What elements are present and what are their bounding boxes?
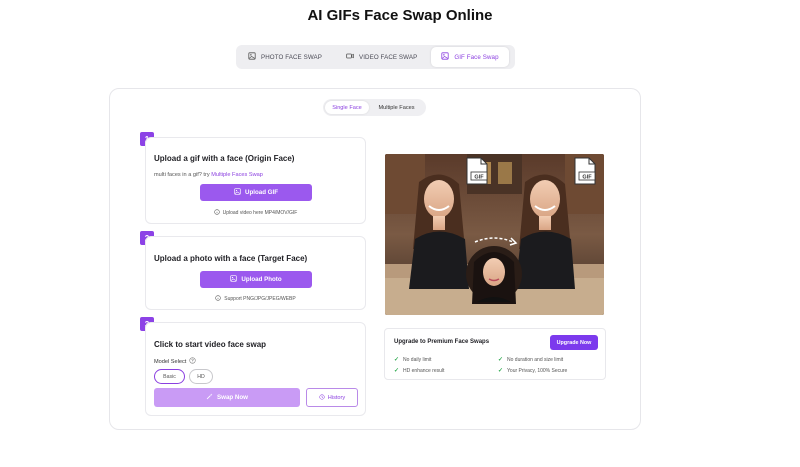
tab-video-face-swap[interactable]: VIDEO FACE SWAP	[336, 47, 427, 67]
feature-item: ✓ No daily limit	[394, 356, 432, 364]
step-card-upload-photo: Upload a photo with a face (Target Face)…	[145, 236, 366, 310]
step-title: Upload a photo with a face (Target Face)	[154, 254, 308, 263]
button-label: Upload GIF	[245, 189, 278, 196]
gif-badge-left: GIF	[474, 175, 484, 181]
upload-photo-button[interactable]: Upload Photo	[200, 271, 312, 288]
button-label: Upload Photo	[241, 276, 282, 283]
supported-formats: Support PNG/JPG/JPEG/WEBP	[146, 295, 365, 303]
tab-photo-face-swap[interactable]: PHOTO FACE SWAP	[238, 47, 332, 67]
check-icon: ✓	[394, 368, 400, 374]
hint-text: multi faces in a gif? try	[154, 172, 210, 178]
premium-upgrade-box: Upgrade to Premium Face Swaps Upgrade No…	[384, 328, 606, 380]
tab-label: PHOTO FACE SWAP	[261, 53, 322, 61]
premium-title: Upgrade to Premium Face Swaps	[394, 339, 490, 345]
check-icon: ✓	[394, 357, 400, 363]
step-card-upload-gif: Upload a gif with a face (Origin Face) m…	[145, 137, 366, 224]
step-card-swap: Click to start video face swap Model Sel…	[145, 322, 366, 416]
feature-item: ✓ No duration and size limit	[498, 356, 564, 364]
button-label: History	[327, 394, 346, 401]
check-icon: ✓	[498, 368, 504, 374]
subtab-single-face[interactable]: Single Face	[325, 101, 369, 114]
page-title: AI GIFs Face Swap Online	[307, 7, 493, 24]
tab-label: VIDEO FACE SWAP	[358, 53, 418, 61]
check-icon: ✓	[498, 357, 504, 363]
feature-text: No duration and size limit	[507, 356, 564, 363]
feature-text: Your Privacy, 100% Secure	[507, 367, 568, 374]
upgrade-now-button[interactable]: Upgrade Now	[550, 335, 598, 350]
tab-gif-face-swap[interactable]: GIF Face Swap	[431, 47, 509, 67]
feature-item: ✓ HD enhance result	[394, 367, 445, 375]
image-icon	[248, 52, 256, 62]
face-mode-toggle: Single Face Multiple Faces	[323, 99, 426, 116]
info-icon	[215, 295, 221, 303]
help-icon[interactable]	[189, 357, 196, 366]
history-icon	[319, 393, 325, 402]
support-text: Support PNG/JPG/JPEG/WEBP	[224, 296, 296, 302]
face-swap-preview-image: GIF GIF	[385, 154, 604, 315]
mode-tabs: PHOTO FACE SWAP VIDEO FACE SWAP GIF Face…	[236, 45, 515, 69]
multiple-faces-hint: multi faces in a gif? try Multiple Faces…	[154, 172, 263, 178]
model-option-hd[interactable]: HD	[189, 369, 213, 384]
feature-text: No daily limit	[403, 356, 432, 363]
supported-formats: Upload video here MP4/MOV/GIF	[146, 209, 365, 217]
feature-item: ✓ Your Privacy, 100% Secure	[498, 367, 568, 375]
support-text: Upload video here MP4/MOV/GIF	[222, 210, 298, 216]
video-icon	[346, 52, 354, 62]
upload-gif-button[interactable]: Upload GIF	[200, 184, 312, 201]
button-label: Swap Now	[217, 394, 248, 401]
tab-label: GIF Face Swap	[454, 53, 499, 61]
info-icon	[213, 209, 220, 217]
gif-badge-right: GIF	[582, 175, 592, 181]
model-select-label: Model Select	[154, 357, 196, 366]
gif-icon	[441, 52, 449, 62]
model-select-text: Model Select	[154, 358, 187, 365]
subtab-multiple-faces[interactable]: Multiple Faces	[369, 101, 424, 114]
feature-text: HD enhance result	[403, 367, 445, 374]
step-title: Click to start video face swap	[154, 340, 267, 349]
step-title: Upload a gif with a face (Origin Face)	[154, 154, 295, 163]
image-upload-icon	[234, 188, 241, 197]
swap-now-button[interactable]: Swap Now	[154, 388, 300, 407]
magic-wand-icon	[206, 393, 213, 402]
history-button[interactable]: History	[306, 388, 358, 407]
multiple-faces-swap-link[interactable]: Multiple Faces Swap	[211, 172, 263, 178]
image-upload-icon	[230, 275, 238, 284]
model-option-basic[interactable]: Basic	[154, 369, 185, 384]
